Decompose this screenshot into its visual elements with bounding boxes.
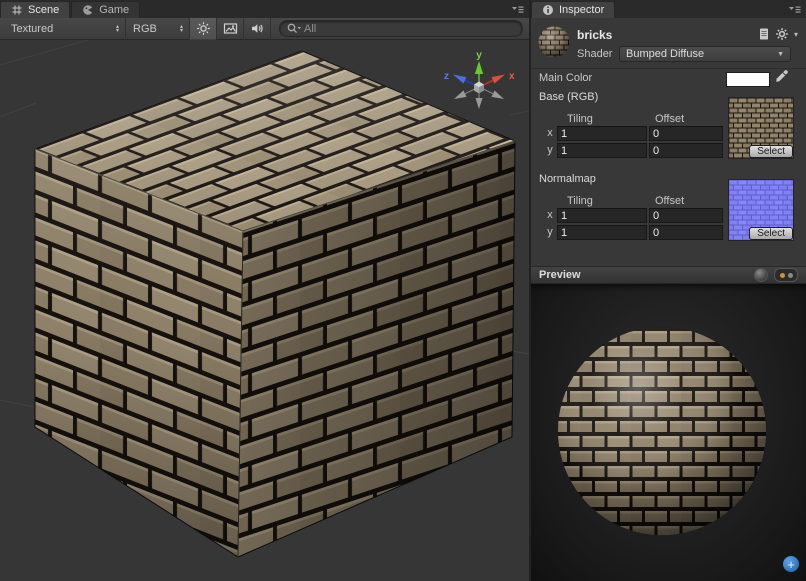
axis-y-label: y <box>546 226 554 238</box>
inspector-pane-menu-icon[interactable] <box>788 4 801 15</box>
scene-canvas[interactable]: y x z <box>0 40 529 581</box>
axis-x-label: x <box>546 209 554 221</box>
gizmo-y-label: y <box>476 50 482 61</box>
gizmo-center-cube[interactable] <box>474 82 484 94</box>
inspector-panel: Inspector bricks Shader Bumped Diffuse <box>529 0 806 581</box>
offset-header: Offset <box>655 113 684 125</box>
normalmap-tiling-x-input[interactable] <box>557 208 647 223</box>
render-mode-dropdown[interactable]: RGB ▴▾ <box>126 18 190 40</box>
preview-model-icon[interactable] <box>754 268 768 282</box>
shader-label: Shader <box>577 48 612 60</box>
game-icon <box>82 4 94 16</box>
scene-viewport[interactable]: y x z <box>0 40 529 581</box>
updown-arrows-icon: ▴▾ <box>116 25 119 33</box>
draw-mode-value: Textured <box>11 23 111 35</box>
preview-sphere-canvas[interactable] <box>531 284 806 581</box>
shader-dropdown[interactable]: Bumped Diffuse ▼ <box>619 46 791 62</box>
tab-inspector-label: Inspector <box>559 4 604 16</box>
tab-scene-label: Scene <box>28 4 59 16</box>
render-mode-value: RGB <box>133 23 175 35</box>
help-icon[interactable] <box>758 27 770 41</box>
image-icon <box>223 21 238 36</box>
speaker-icon <box>250 21 265 36</box>
dropdown-arrow-icon: ▼ <box>777 51 784 58</box>
material-header-icons: ▾ <box>758 27 798 41</box>
scene-pane-menu-icon[interactable] <box>511 4 524 15</box>
tab-game[interactable]: Game <box>71 1 140 18</box>
scene-toolbar: Textured ▴▾ RGB ▴▾ <box>0 18 529 40</box>
normalmap-select-button[interactable]: Select <box>749 227 793 240</box>
eyedropper-icon[interactable] <box>774 69 789 84</box>
unity-editor-window: Scene Game Texture <box>0 0 806 581</box>
axis-y-label: y <box>546 144 554 156</box>
search-input[interactable] <box>304 23 516 35</box>
gear-icon[interactable] <box>775 27 789 41</box>
base-rgb-section: Base (RGB) Tiling Offset x y Select <box>531 88 806 170</box>
sun-icon <box>196 21 211 36</box>
inspector-tabstrip: Inspector <box>531 0 806 18</box>
base-offset-x-input[interactable] <box>649 126 723 141</box>
brick-cube[interactable] <box>35 51 515 557</box>
scene-effects-toggle[interactable] <box>217 18 244 40</box>
info-icon <box>542 4 554 16</box>
scene-search-field[interactable] <box>279 20 523 37</box>
offset-header: Offset <box>655 195 684 207</box>
base-tiling-y-input[interactable] <box>557 143 647 158</box>
preview-header[interactable]: Preview <box>531 266 806 284</box>
preview-sphere-shading <box>558 327 766 535</box>
gizmo-x-axis[interactable]: x <box>483 71 515 85</box>
main-color-label: Main Color <box>539 72 592 84</box>
base-texture-thumbnail[interactable]: Select <box>728 97 794 159</box>
gizmo-z-label: z <box>444 71 449 82</box>
gizmo-y-axis[interactable]: y <box>475 50 483 84</box>
scene-tabstrip: Scene Game <box>0 0 529 18</box>
tab-inspector[interactable]: Inspector <box>531 1 615 18</box>
base-offset-y-input[interactable] <box>649 143 723 158</box>
updown-arrows-icon: ▴▾ <box>180 25 183 33</box>
normalmap-tiling-y-input[interactable] <box>557 225 647 240</box>
material-sphere-icon[interactable] <box>537 25 571 59</box>
search-icon <box>286 22 302 36</box>
base-select-button[interactable]: Select <box>749 145 793 158</box>
material-preview-area[interactable]: + <box>531 284 806 581</box>
axis-x-label: x <box>546 127 554 139</box>
normalmap-section: Normalmap Tiling Offset x y Select <box>531 170 806 252</box>
normalmap-offset-x-input[interactable] <box>649 208 723 223</box>
scene-grid-icon <box>11 4 23 16</box>
gizmo-x-label: x <box>509 71 515 82</box>
scene-panel: Scene Game Texture <box>0 0 529 581</box>
section-title: Normalmap <box>539 173 596 185</box>
shader-value: Bumped Diffuse <box>626 48 704 60</box>
preview-light-toggle-icon[interactable] <box>774 268 798 282</box>
base-tiling-x-input[interactable] <box>557 126 647 141</box>
tiling-header: Tiling <box>567 113 593 125</box>
tab-game-label: Game <box>99 4 129 16</box>
scene-orientation-gizmo[interactable]: y x z <box>444 50 515 109</box>
material-name: bricks <box>577 28 612 42</box>
context-menu-arrow-icon[interactable]: ▾ <box>794 30 798 39</box>
material-header: bricks Shader Bumped Diffuse ▼ <box>531 19 806 69</box>
scene-lighting-toggle[interactable] <box>190 18 217 40</box>
tiling-header: Tiling <box>567 195 593 207</box>
main-color-swatch[interactable] <box>726 72 770 87</box>
normalmap-texture-thumbnail[interactable]: Select <box>728 179 794 241</box>
section-title: Base (RGB) <box>539 91 598 103</box>
tab-scene[interactable]: Scene <box>0 1 70 18</box>
normalmap-offset-y-input[interactable] <box>649 225 723 240</box>
preview-header-icons <box>754 268 798 282</box>
gizmo-z-axis[interactable]: z <box>444 71 475 85</box>
preview-title: Preview <box>539 269 581 281</box>
plus-icon[interactable]: + <box>783 556 799 572</box>
scene-audio-toggle[interactable] <box>244 18 271 40</box>
draw-mode-dropdown[interactable]: Textured ▴▾ <box>4 18 126 40</box>
